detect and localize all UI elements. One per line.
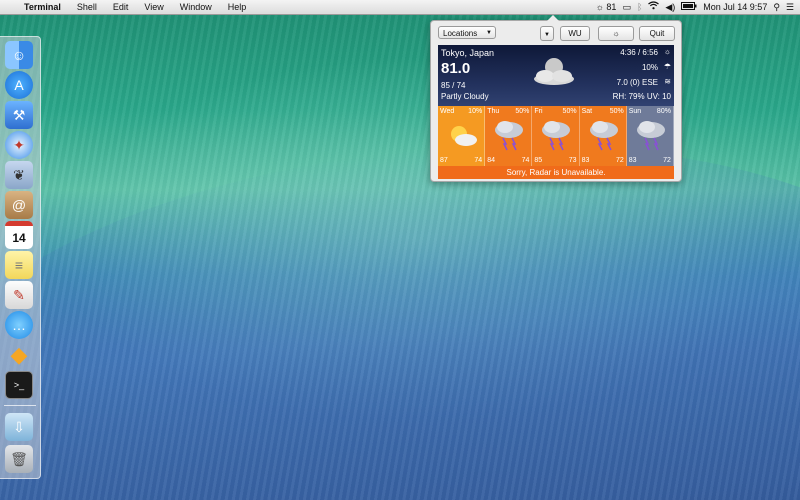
locations-label: Locations xyxy=(443,29,478,38)
notification-center-icon[interactable]: ☰ xyxy=(786,0,794,14)
forecast-low: 72 xyxy=(615,157,624,164)
weather-menu-item[interactable]: ☼ 81 xyxy=(596,0,617,14)
quit-label: Quit xyxy=(649,29,665,38)
dock-separator xyxy=(4,405,36,406)
sun-times: 4:36 / 6:56 xyxy=(620,48,658,57)
forecast-high: 83 xyxy=(628,157,637,164)
menu-window[interactable]: Window xyxy=(172,0,220,14)
forecast-high: 83 xyxy=(581,157,590,164)
menu-help[interactable]: Help xyxy=(220,0,255,14)
quit-button[interactable]: Quit xyxy=(639,26,675,41)
menu-shell[interactable]: Shell xyxy=(69,0,105,14)
menu-edit[interactable]: Edit xyxy=(105,0,137,14)
thunderstorm-icon xyxy=(540,118,572,152)
volume-icon[interactable]: ◀) xyxy=(665,0,675,14)
wifi-icon[interactable] xyxy=(648,0,660,14)
forecast-day-name: Fri xyxy=(534,108,543,115)
gear-icon: ☼ xyxy=(612,29,620,38)
forecast-day: Fri 50% 85 73 xyxy=(532,106,580,166)
location-menu-button[interactable]: ▼ xyxy=(540,26,554,41)
calendar-day: 14 xyxy=(12,230,26,245)
forecast-day: Wed 10% 87 74 xyxy=(438,106,486,166)
radar-message: Sorry, Radar is Unavailable. xyxy=(438,166,674,179)
downloads-icon[interactable]: ⇩ xyxy=(5,413,33,441)
forecast-low: 74 xyxy=(474,157,483,164)
forecast-precip: 80% xyxy=(656,108,671,115)
forecast-high: 87 xyxy=(440,157,448,164)
forecast-low: 74 xyxy=(521,157,530,164)
forecast-precip: 50% xyxy=(609,108,624,115)
forecast-day-name: Thu xyxy=(487,108,500,115)
weather-sun-icon: ☼ xyxy=(595,2,604,12)
forecast-precip: 10% xyxy=(468,108,483,115)
weather-popover: Locations ▼ ▼ WU ☼ Quit Tokyo, Japan 81.… xyxy=(430,15,682,182)
airplay-icon[interactable]: ▭ xyxy=(622,0,631,14)
thunderstorm-icon xyxy=(493,118,525,152)
precip-chance: 10% xyxy=(641,63,658,72)
forecast-low: 73 xyxy=(568,157,577,164)
wu-button[interactable]: WU xyxy=(560,26,590,41)
finder-icon[interactable]: ☺ xyxy=(5,41,33,69)
forecast-day-name: Sun xyxy=(628,108,642,115)
condition-text: Partly Cloudy xyxy=(441,92,489,101)
forecast-day-name: Sat xyxy=(581,108,593,115)
city-name: Tokyo, Japan xyxy=(441,48,495,58)
sunrise-icon: ☼ xyxy=(663,47,671,56)
popover-arrow xyxy=(547,15,559,21)
forecast-day: Thu 50% 84 74 xyxy=(485,106,533,166)
sketch-icon[interactable]: ◆ xyxy=(5,341,33,369)
locations-dropdown[interactable]: Locations ▼ xyxy=(438,26,496,39)
messages-icon[interactable]: … xyxy=(5,311,33,339)
chevron-down-icon: ▼ xyxy=(544,32,550,38)
wu-label: WU xyxy=(568,29,582,38)
trash-icon[interactable]: 🗑 xyxy=(5,445,33,473)
thunderstorm-icon xyxy=(588,118,620,152)
forecast-strip: Wed 10% 87 74 Thu 50% 84 74 Fri 50% 85 73 Sat 50% 83 72… xyxy=(438,106,674,166)
weather-menu-temp: 81 xyxy=(606,2,617,12)
xcode-icon[interactable]: ⚒ xyxy=(5,101,33,129)
wind-icon: ≋ xyxy=(664,77,671,86)
wind-info: 7.0 (0) ESE xyxy=(616,78,658,87)
notes-icon[interactable]: ≡ xyxy=(5,251,33,279)
app-store-icon[interactable]: A xyxy=(5,71,33,99)
menu-app-name[interactable]: Terminal xyxy=(16,0,69,14)
rain-icon: ☂ xyxy=(663,62,671,71)
forecast-day-name: Wed xyxy=(440,108,455,115)
safari-icon[interactable]: ✦ xyxy=(5,131,33,159)
textedit-icon[interactable]: ✎ xyxy=(5,281,33,309)
terminal-icon[interactable]: >_ xyxy=(5,371,33,399)
menu-bar: Terminal Shell Edit View Window Help ☼ 8… xyxy=(0,0,800,15)
calendar-icon[interactable]: 14 xyxy=(5,221,33,249)
forecast-precip: 50% xyxy=(562,108,577,115)
forecast-high: 85 xyxy=(534,157,543,164)
moon-cloud-icon xyxy=(531,55,577,87)
menu-view[interactable]: View xyxy=(136,0,171,14)
forecast-precip: 50% xyxy=(515,108,530,115)
chevron-down-icon: ▼ xyxy=(486,30,492,36)
preview-icon[interactable]: ❦ xyxy=(5,161,33,189)
battery-icon[interactable] xyxy=(681,0,697,14)
thunderstorm-icon xyxy=(635,118,667,152)
contacts-icon[interactable]: @ xyxy=(5,191,33,219)
settings-button[interactable]: ☼ xyxy=(598,26,634,41)
forecast-high: 84 xyxy=(487,157,495,164)
menu-clock[interactable]: Mon Jul 14 9:57 xyxy=(703,0,767,14)
bluetooth-icon[interactable]: ᛒ xyxy=(637,0,642,14)
forecast-day: Sat 50% 83 72 xyxy=(579,106,627,166)
forecast-day: Sun 80% 83 72 xyxy=(626,106,674,166)
hilo-temp: 85 / 74 xyxy=(441,81,466,90)
sun-cloud-icon xyxy=(446,118,478,152)
rh-uv: RH: 79% UV: 10 xyxy=(612,92,671,101)
dock: ☺ A ⚒ ✦ ❦ @ 14 ≡ ✎ … ◆ >_ ⇩ 🗑 xyxy=(0,36,41,479)
spotlight-search-icon[interactable]: ⚲ xyxy=(773,0,780,14)
forecast-low: 72 xyxy=(663,157,671,164)
current-temp: 81.0 xyxy=(441,60,471,77)
